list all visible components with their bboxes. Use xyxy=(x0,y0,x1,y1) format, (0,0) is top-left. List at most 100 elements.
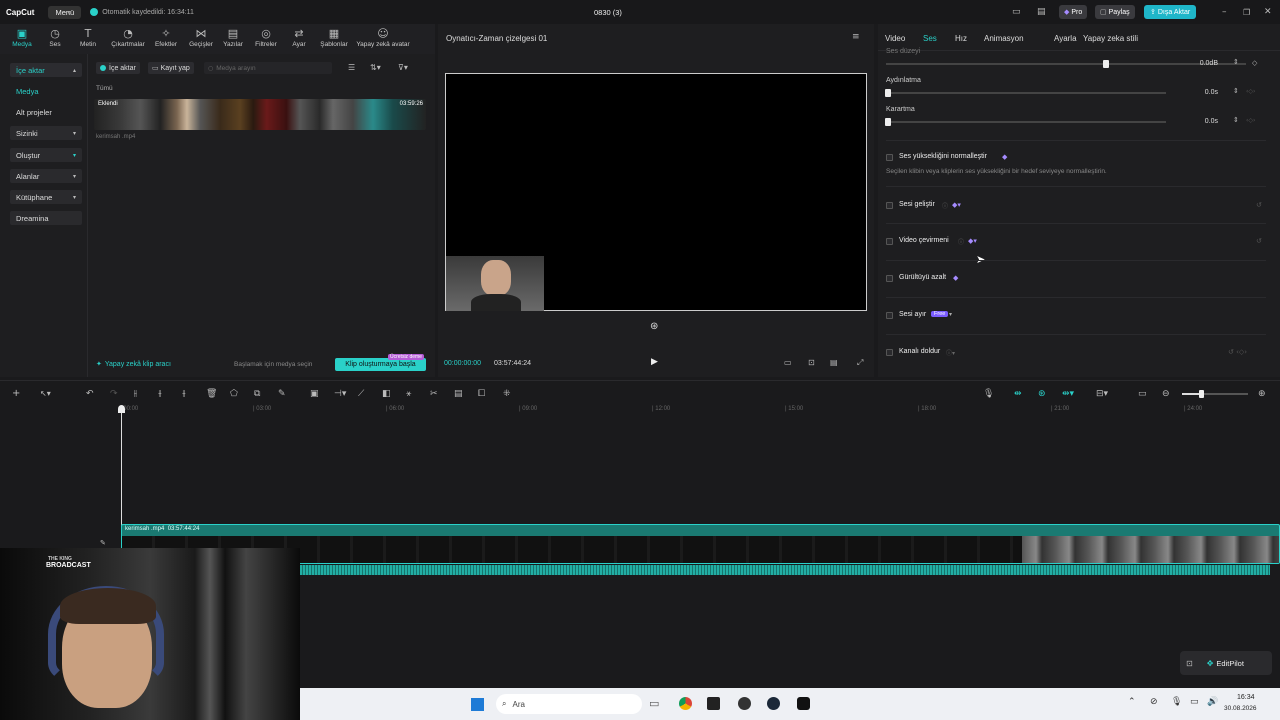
ai-edit-icon[interactable]: ✎ xyxy=(278,389,286,399)
zoom-slider[interactable] xyxy=(1182,393,1248,395)
redo-icon[interactable]: ↷ xyxy=(110,389,118,399)
normalize-checkbox[interactable] xyxy=(886,154,893,161)
app-icon-b[interactable] xyxy=(738,697,751,710)
tab-video[interactable]: Video xyxy=(885,34,905,43)
menu-button[interactable]: Menü xyxy=(48,5,82,19)
mic-tray-icon[interactable]: 🎙 xyxy=(1171,697,1182,707)
steam-icon[interactable] xyxy=(767,697,780,710)
chrome-icon[interactable] xyxy=(679,697,692,710)
preview-axis-icon[interactable]: ⊟▾ xyxy=(1096,389,1108,399)
cover-edit-icon[interactable]: ✎ xyxy=(100,539,106,547)
tool-captions[interactable]: ▤ Yazılar xyxy=(216,24,250,48)
split-right-icon[interactable]: ⫳ xyxy=(182,389,186,399)
network-icon[interactable]: ⊘ xyxy=(1150,697,1158,707)
tool-icon-a[interactable]: ▣ xyxy=(310,389,319,399)
caption-track-icon[interactable]: ▭ xyxy=(1138,389,1147,399)
separate-checkbox[interactable] xyxy=(886,312,893,319)
tool-icon-d[interactable]: ◧ xyxy=(382,389,391,399)
tool-text[interactable]: T Metin xyxy=(66,24,110,48)
file-explorer-icon[interactable]: ▭ xyxy=(649,697,659,710)
channel-checkbox[interactable] xyxy=(886,349,893,356)
export-button[interactable]: ⇪ Dışa Aktar xyxy=(1144,5,1197,19)
nav-dreamina[interactable]: Dreamina xyxy=(10,211,82,225)
tool-icon-e[interactable]: ⚹ xyxy=(406,389,411,399)
delete-icon[interactable]: 🗑 xyxy=(206,389,217,399)
reset-icon[interactable]: ↺ xyxy=(1256,237,1262,245)
volume-knob[interactable] xyxy=(1103,60,1109,68)
tab-ai-style[interactable]: Yapay zeka stili xyxy=(1083,34,1138,43)
tool-adjust[interactable]: ⇄ Ayar xyxy=(282,24,316,48)
taskbar-search[interactable]: ⌕ Ara xyxy=(496,694,642,714)
tab-audio[interactable]: Ses xyxy=(923,34,937,43)
view-toggle-icon[interactable]: ☰ xyxy=(348,63,355,72)
tab-adjust[interactable]: Ayarla xyxy=(1054,34,1077,43)
info-icon[interactable]: ⓘ xyxy=(942,201,948,210)
filter-icon[interactable]: ⊽▾ xyxy=(398,63,408,72)
clock-time[interactable]: 16:34 xyxy=(1237,694,1255,701)
project-title[interactable]: 0830 (3) xyxy=(594,8,622,17)
nav-import[interactable]: İçe aktar ▴ xyxy=(10,63,82,77)
nav-yours[interactable]: Sizinki ▾ xyxy=(10,126,82,140)
tab-animation[interactable]: Animasyon xyxy=(984,34,1024,43)
play-icon[interactable]: ▶ xyxy=(651,357,658,367)
windows-start-icon[interactable] xyxy=(471,698,484,711)
volume-tray-icon[interactable]: 🔊 xyxy=(1207,697,1218,707)
filter-all-label[interactable]: Tümü xyxy=(96,85,113,92)
record-button[interactable]: ▭ Kayıt yap xyxy=(148,62,194,74)
pro-button[interactable]: ◆ Pro xyxy=(1059,5,1088,19)
translate-checkbox[interactable] xyxy=(886,238,893,245)
keyframe-icon[interactable]: ◇ xyxy=(1252,59,1257,67)
nav-library[interactable]: Kütüphane ▾ xyxy=(10,190,82,204)
tool-icon-f[interactable]: ✂ xyxy=(430,389,438,399)
noise-checkbox[interactable] xyxy=(886,275,893,282)
fadein-slider[interactable] xyxy=(886,92,1166,94)
tool-icon-g[interactable]: ▤ xyxy=(454,389,463,399)
tool-icon-i[interactable]: ⁜ xyxy=(503,389,511,399)
zoom-knob[interactable] xyxy=(1199,390,1204,398)
marker-icon[interactable]: ⬠ xyxy=(230,389,238,399)
tool-transitions[interactable]: ⋈ Geçişler xyxy=(186,24,216,48)
crop-icon[interactable]: ⧉ xyxy=(254,389,260,399)
fit-icon[interactable]: ⊡ xyxy=(808,358,815,367)
tool-media[interactable]: ▣ Medya xyxy=(0,24,44,48)
layout-icon[interactable]: ▭ xyxy=(1012,7,1021,17)
tray-chevron-icon[interactable]: ⌃ xyxy=(1128,697,1136,707)
tool-templates[interactable]: ▦ Şablonlar xyxy=(316,24,352,48)
display-tray-icon[interactable]: ▭ xyxy=(1190,697,1199,707)
reset-icon[interactable]: ↺ ‹◇› xyxy=(1228,348,1247,356)
media-search-input[interactable]: ○ Medya arayın xyxy=(204,62,332,74)
volume-value[interactable]: 0.0dB xyxy=(1178,60,1218,67)
info-icon[interactable]: ⓘ xyxy=(958,237,964,246)
tool-icon-h[interactable]: ⧠ xyxy=(478,389,485,399)
tool-audio[interactable]: ◷ Ses xyxy=(44,24,66,48)
snap-icon[interactable]: ⇹▾ xyxy=(1062,389,1074,399)
select-tool-icon[interactable]: ↖▾ xyxy=(40,389,51,398)
share-button[interactable]: ▢ Paylaş xyxy=(1095,5,1135,19)
playhead-handle[interactable] xyxy=(118,405,125,413)
tool-icon-c[interactable]: ⟋ xyxy=(358,389,364,399)
ratio-icon[interactable]: ▭ xyxy=(784,358,792,367)
nav-subprojects[interactable]: Alt projeler xyxy=(10,105,82,119)
microphone-icon[interactable]: 🎙 xyxy=(983,389,994,399)
split-icon[interactable]: ⫲ xyxy=(134,389,137,399)
ai-clip-tool[interactable]: ✦ Yapay zekâ klip aracı xyxy=(96,360,171,368)
chevron-down-icon[interactable]: ▾ xyxy=(949,311,952,318)
fadeout-slider[interactable] xyxy=(886,121,1166,123)
nav-media[interactable]: Medya xyxy=(10,84,82,98)
tool-icon-b[interactable]: ⊣▾ xyxy=(334,389,346,399)
stepper-icon[interactable]: ⇕ xyxy=(1233,116,1239,124)
tool-filters[interactable]: ◎ Filtreler xyxy=(250,24,282,48)
video-canvas[interactable] xyxy=(445,73,867,311)
media-thumbnail[interactable]: Eklendi 03:59:26 xyxy=(94,99,426,130)
player-menu-icon[interactable]: ≡ xyxy=(852,32,860,42)
stepper-icon[interactable]: ⇕ xyxy=(1233,87,1239,95)
capcut-taskbar-icon[interactable] xyxy=(797,697,810,710)
nav-create[interactable]: Oluştur ▾ xyxy=(10,148,82,162)
clock-date[interactable]: 30.08.2026 xyxy=(1224,705,1257,712)
sort-icon[interactable]: ⇅▾ xyxy=(370,63,381,72)
quality-icon[interactable]: ▤ xyxy=(830,358,838,367)
zoom-in-icon[interactable]: ⊕ xyxy=(1258,389,1266,399)
enhance-checkbox[interactable] xyxy=(886,202,893,209)
add-track-icon[interactable]: + xyxy=(12,388,20,399)
close-icon[interactable]: ✕ xyxy=(1264,7,1272,17)
